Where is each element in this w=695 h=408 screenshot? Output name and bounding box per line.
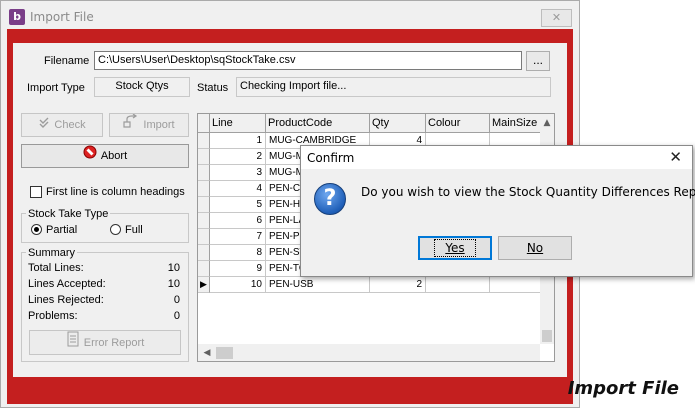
status-value: Checking Import file...: [236, 77, 551, 97]
grid-row-indicator[interactable]: [198, 261, 210, 277]
import-type-value: Stock Qtys: [94, 77, 190, 97]
grid-corner-header: [198, 114, 210, 133]
grid-cell[interactable]: 5: [210, 197, 266, 213]
check-button-label: Check: [54, 119, 86, 132]
grid-row-indicator[interactable]: ▶: [198, 277, 210, 293]
grid-cell[interactable]: 8: [210, 245, 266, 261]
grid-row-indicator[interactable]: [198, 181, 210, 197]
grid-cell[interactable]: 7: [210, 229, 266, 245]
error-report-button-label: Error Report: [83, 337, 145, 349]
filename-label: Filename: [44, 55, 90, 67]
summary-problems: Problems: 0: [28, 310, 180, 322]
confirm-dialog: Confirm ✕ ? Do you wish to view the Stoc…: [300, 145, 695, 277]
first-line-label: First line is column headings: [46, 186, 185, 198]
report-icon: [66, 331, 80, 355]
grid-cell[interactable]: 9: [210, 261, 266, 277]
grid-cell[interactable]: [426, 277, 490, 293]
window-title: Import File: [30, 10, 94, 24]
scroll-up-icon[interactable]: ▲: [540, 116, 554, 130]
yes-button-label: Yes: [445, 241, 465, 255]
window-close-button[interactable]: ✕: [541, 9, 572, 27]
yes-button[interactable]: Yes: [418, 236, 492, 260]
grid-header-qty[interactable]: Qty: [370, 114, 426, 133]
summary-lines-accepted: Lines Accepted: 10: [28, 278, 180, 290]
grid-row-indicator[interactable]: [198, 149, 210, 165]
grid-cell[interactable]: 2: [370, 277, 426, 293]
grid-cell[interactable]: 3: [210, 165, 266, 181]
grid-cell[interactable]: 6: [210, 213, 266, 229]
no-button[interactable]: No: [498, 236, 572, 260]
grid-cell[interactable]: 1: [210, 133, 266, 149]
grid-header-mainsize[interactable]: MainSize: [490, 114, 542, 133]
partial-radio[interactable]: [31, 224, 42, 235]
summary-total-lines: Total Lines: 10: [28, 262, 180, 274]
grid-row-indicator[interactable]: [198, 197, 210, 213]
footer-title: Import File: [567, 378, 679, 399]
grid-horizontal-scrollbar[interactable]: ◀: [198, 344, 540, 361]
grid-header-line[interactable]: Line: [210, 114, 266, 133]
check-button[interactable]: Check: [21, 113, 103, 137]
grid-row-indicator[interactable]: [198, 229, 210, 245]
check-icon: [38, 114, 50, 136]
grid-row-indicator[interactable]: [198, 245, 210, 261]
grid-header-productcode[interactable]: ProductCode: [266, 114, 370, 133]
first-line-checkbox[interactable]: [30, 186, 42, 198]
summary-title: Summary: [26, 247, 78, 259]
stock-take-type-title: Stock Take Type: [26, 208, 111, 220]
dialog-titlebar[interactable]: Confirm ✕: [301, 146, 692, 169]
status-label: Status: [197, 82, 229, 94]
filename-input[interactable]: C:\Users\User\Desktop\sqStockTake.csv: [94, 51, 522, 70]
grid-cell[interactable]: 4: [210, 181, 266, 197]
error-report-button[interactable]: Error Report: [29, 330, 181, 355]
partial-label: Partial: [46, 224, 78, 236]
abort-button[interactable]: Abort: [21, 144, 189, 168]
import-button[interactable]: Import: [109, 113, 189, 137]
summary-lines-rejected: Lines Rejected: 0: [28, 294, 180, 306]
app-icon: b: [9, 9, 25, 25]
grid-cell[interactable]: 10: [210, 277, 266, 293]
grid-header-colour[interactable]: Colour: [426, 114, 490, 133]
import-icon: [123, 113, 139, 136]
full-label: Full: [125, 224, 143, 236]
window-titlebar[interactable]: b Import File ✕: [1, 1, 579, 31]
grid-cell[interactable]: [490, 277, 542, 293]
grid-horizontal-scroll-thumb[interactable]: [216, 347, 233, 359]
full-radio[interactable]: [110, 224, 121, 235]
question-icon: ?: [314, 183, 346, 215]
browse-button[interactable]: ...: [526, 51, 550, 71]
dialog-title: Confirm: [307, 151, 355, 165]
grid-row-indicator[interactable]: [198, 165, 210, 181]
import-type-label: Import Type: [27, 82, 85, 94]
dialog-message: Do you wish to view the Stock Quantity D…: [361, 185, 695, 199]
grid-row-indicator[interactable]: [198, 213, 210, 229]
scroll-left-icon[interactable]: ◀: [200, 346, 214, 360]
stop-icon: [83, 145, 97, 167]
dialog-close-button[interactable]: ✕: [669, 148, 682, 166]
grid-row-indicator[interactable]: [198, 133, 210, 149]
grid-cell[interactable]: PEN-USB: [266, 277, 370, 293]
abort-button-label: Abort: [100, 150, 128, 163]
grid-vertical-scroll-thumb[interactable]: [542, 330, 552, 342]
import-button-label: Import: [143, 119, 175, 132]
grid-cell[interactable]: 2: [210, 149, 266, 165]
no-button-label: No: [526, 241, 544, 255]
